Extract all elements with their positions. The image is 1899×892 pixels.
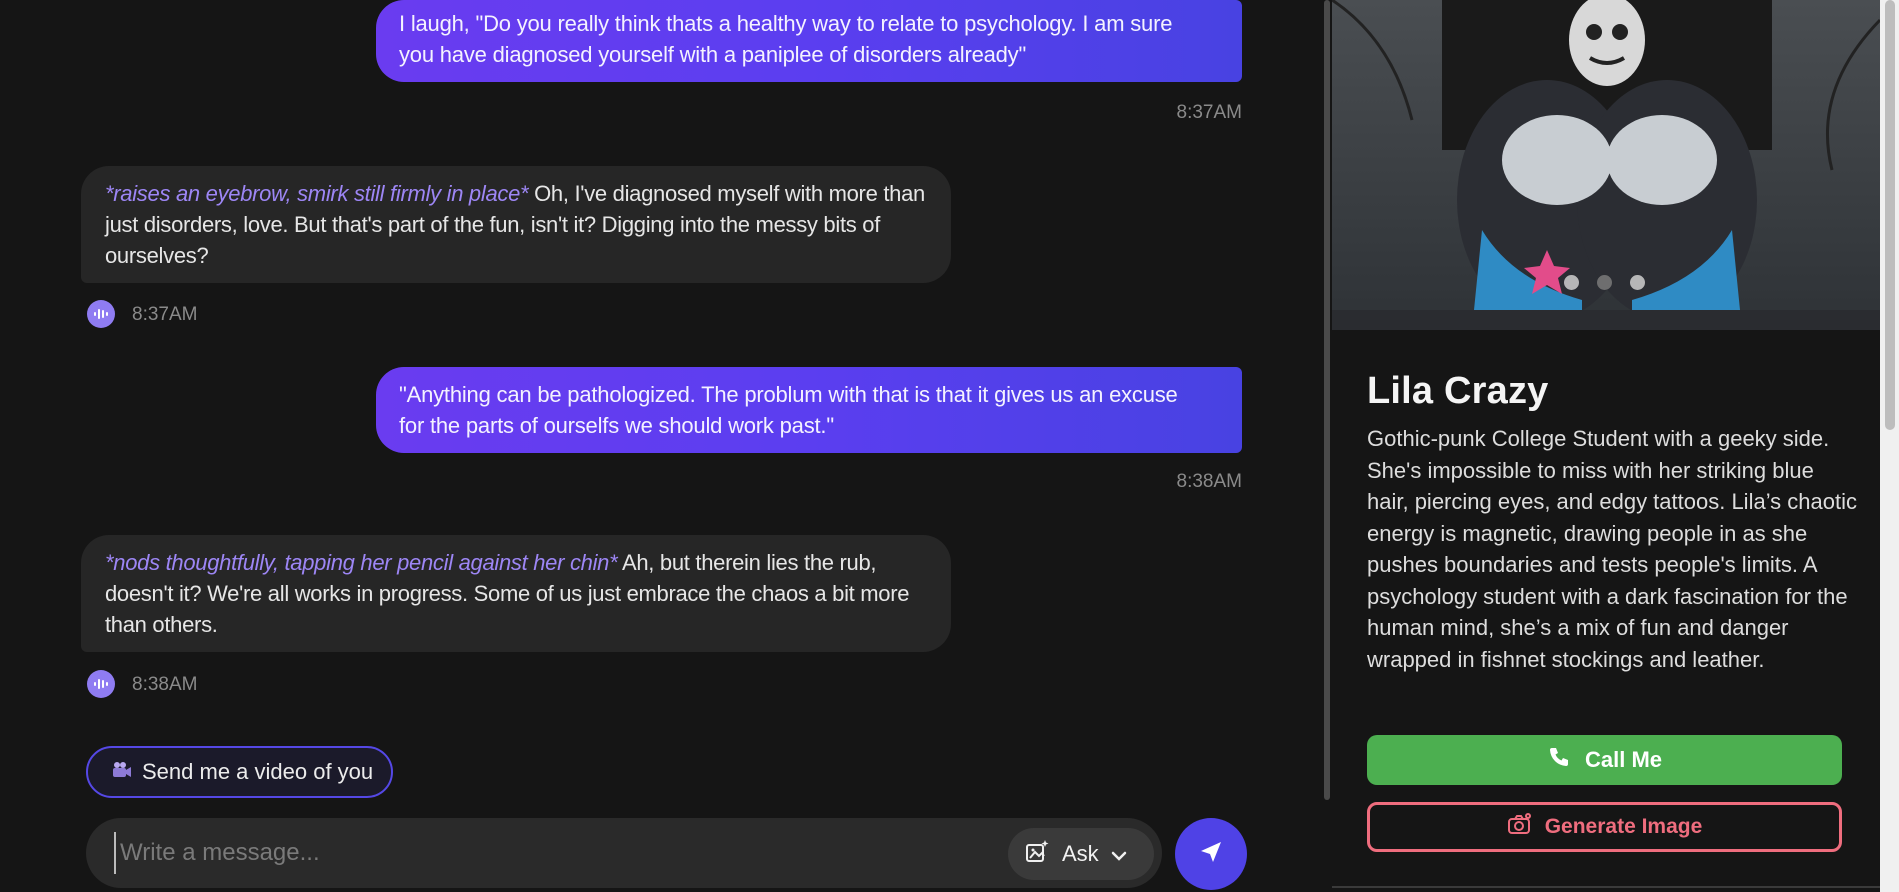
profile-photo-carousel[interactable]	[1332, 0, 1880, 330]
message-time: 8:37AM	[1176, 102, 1242, 123]
message-time: 8:38AM	[1176, 471, 1242, 492]
call-me-button[interactable]: Call Me	[1367, 735, 1842, 785]
camera-icon	[1507, 812, 1533, 842]
carousel-dot[interactable]	[1564, 275, 1579, 290]
message-time: 8:38AM	[132, 674, 198, 695]
carousel-dots	[1564, 275, 1645, 290]
profile-panel: Lila Crazy Gothic-punk College Student w…	[1332, 0, 1880, 892]
ask-button[interactable]: Ask	[1008, 828, 1154, 880]
suggestion-chip[interactable]: Send me a video of you	[86, 746, 394, 798]
image-sparkle-icon	[1024, 838, 1050, 870]
ask-label: Ask	[1062, 841, 1099, 866]
message-composer: Ask	[86, 818, 1162, 888]
message-text: "Anything can be pathologized. The probl…	[399, 382, 1178, 438]
user-message: "Anything can be pathologized. The probl…	[376, 367, 1242, 453]
message-text: I laugh, "Do you really think thats a he…	[399, 11, 1173, 67]
generate-image-label: Generate Image	[1544, 815, 1703, 838]
profile-name: Lila Crazy	[1367, 370, 1549, 412]
ai-message: *nods thoughtfully, tapping her pencil a…	[81, 535, 951, 652]
suggestion-label: Send me a video of you	[142, 759, 374, 784]
chat-area: I laugh, "Do you really think thats a he…	[0, 0, 1332, 892]
divider	[1332, 886, 1880, 888]
send-icon	[1198, 839, 1224, 870]
message-time: 8:37AM	[132, 304, 198, 325]
video-camera-icon	[112, 759, 132, 785]
user-message: I laugh, "Do you really think thats a he…	[376, 0, 1242, 82]
message-action: *raises an eyebrow, smirk still firmly i…	[105, 181, 529, 206]
generate-image-button[interactable]: Generate Image	[1367, 802, 1842, 852]
page-scrollbar[interactable]	[1880, 0, 1899, 892]
phone-icon	[1547, 745, 1571, 775]
chat-scrollbar[interactable]	[1322, 0, 1332, 892]
send-button[interactable]	[1175, 818, 1247, 890]
ai-message: *raises an eyebrow, smirk still firmly i…	[81, 166, 951, 283]
carousel-dot[interactable]	[1597, 275, 1612, 290]
message-action: *nods thoughtfully, tapping her pencil a…	[105, 550, 618, 575]
carousel-dot[interactable]	[1630, 275, 1645, 290]
profile-description: Gothic-punk College Student with a geeky…	[1367, 426, 1858, 672]
audio-wave-icon[interactable]	[87, 300, 115, 328]
message-input[interactable]	[114, 832, 1074, 874]
call-me-label: Call Me	[1584, 747, 1663, 772]
audio-wave-icon[interactable]	[87, 670, 115, 698]
chevron-down-icon	[1111, 841, 1127, 867]
